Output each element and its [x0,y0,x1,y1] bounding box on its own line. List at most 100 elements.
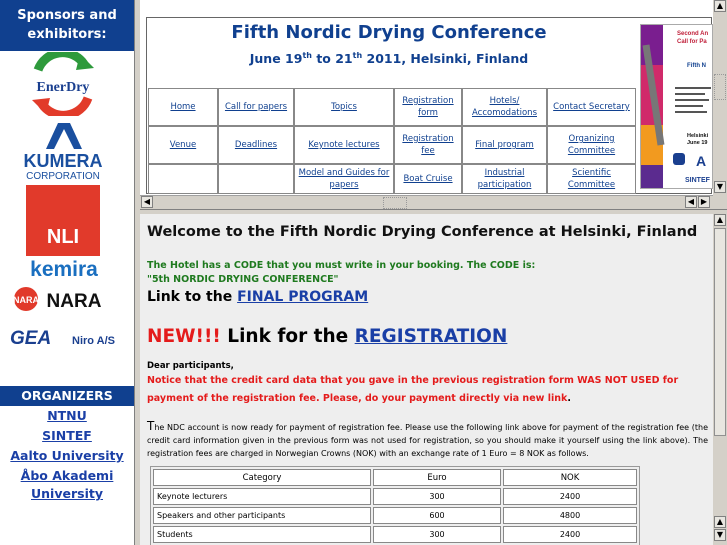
sponsors-heading-line2: exhibitors: [27,27,107,42]
ad-line: A [696,153,706,169]
payment-paragraph: The NDC account is now ready for payment… [147,420,708,460]
scrollbar-thumb[interactable] [383,197,407,209]
table-header-row: Category Euro NOK [153,469,637,486]
scroll-up-icon[interactable]: ▲ [714,0,726,12]
ad-line: Helsinki [687,133,709,139]
hotel-code-value: "5th NORDIC DRYING CONFERENCE" [147,274,339,285]
notice-end: . [567,393,571,404]
table-cell: Students [153,526,371,543]
ad-line: Fifth N [687,63,706,69]
kumera-logo-text: KUMERA [24,151,103,171]
date-part: June 19 [249,51,303,67]
table-row: Keynote lecturers 300 2400 [153,488,637,505]
nav-empty-cell [218,164,294,194]
organizer-link-ntnu[interactable]: NTNU [0,408,134,423]
date-sup: th [302,51,312,60]
table-cell: 4800 [503,507,637,524]
organizer-link-aalto[interactable]: Aalto University [0,448,134,463]
nav-boat-cruise[interactable]: Boat Cruise [394,164,462,194]
conference-date: June 19th to 21th 2011, Helsinki, Finlan… [146,51,632,66]
table-row: Speakers and other participants 600 4800 [153,507,637,524]
organizer-link-abo-university[interactable]: University [0,486,134,501]
scroll-up-icon[interactable]: ▲ [714,516,726,528]
kemira-logo-text: kemira [30,258,98,280]
scroll-down-icon[interactable]: ▼ [714,529,726,541]
nav-scientific-committee[interactable]: Scientific Committee [547,164,636,194]
content-vertical-scrollbar[interactable]: ▲ ▲ ▼ [713,214,727,545]
registration-prefix: Link for the [220,326,355,347]
ad-line: SINTEF [685,177,711,184]
sponsors-heading-line1: Sponsors and [17,8,117,23]
date-part: 2011, Helsinki, Finland [362,51,529,67]
conference-title: Fifth Nordic Drying Conference [231,22,547,43]
kumera-logo[interactable]: KUMERA CORPORATION [6,119,121,182]
nav-deadlines[interactable]: Deadlines [218,126,294,164]
fees-table: Category Euro NOK Keynote lecturers 300 … [150,466,640,545]
enerdry-logo-text: EnerDry [37,80,90,95]
nav-call-for-papers[interactable]: Call for papers [218,88,294,126]
nav-organizing-committee[interactable]: Organizing Committee [547,126,636,164]
enerdry-logo[interactable]: EnerDry [26,48,100,120]
notice-text: Notice that the credit card data that yo… [147,375,679,404]
nav-home[interactable]: Home [148,88,218,126]
nli-logo[interactable]: NLI [26,185,100,256]
organizer-link-sintef[interactable]: SINTEF [0,428,134,443]
nara-logo[interactable]: NARA NARA [8,283,118,315]
ad-line: Call for Pa [677,39,707,45]
nav-keynote-lectures[interactable]: Keynote lectures [294,126,394,164]
scroll-up-icon[interactable]: ▲ [714,214,726,226]
dear-participants: Dear participants, [147,361,234,371]
final-program-prefix: Link to the [147,289,238,305]
registration-line: NEW!!! Link for the REGISTRATION [147,326,507,347]
sponsors-heading: Sponsors and exhibitors: [0,0,134,51]
header-vertical-scrollbar[interactable]: ▲ ▼ [713,0,727,209]
table-cell: 300 [373,526,501,543]
welcome-heading: Welcome to the Fifth Nordic Drying Confe… [147,224,698,240]
svg-text:NARA: NARA [13,295,39,305]
nav-hotels[interactable]: Hotels/ Accomodations [462,88,547,126]
final-program-link[interactable]: FINAL PROGRAM [237,289,368,305]
left-frame: Sponsors and exhibitors: EnerDry KUMERA … [0,0,134,545]
nav-contact-secretary[interactable]: Contact Secretary [547,88,636,126]
scroll-left-icon[interactable]: ◀ [685,196,697,208]
nara-logo-text: NARA [47,291,102,312]
kumera-logo-sub: CORPORATION [26,171,100,181]
ad-line: Second An [677,31,708,37]
hotel-code-note: The Hotel has a CODE that you must write… [147,260,536,271]
table-header-cell: Euro [373,469,501,486]
table-row: Students 300 2400 [153,526,637,543]
new-badge: NEW!!! [147,326,221,347]
gea-logo[interactable]: GEA Niro A/S [8,322,120,356]
nav-final-program[interactable]: Final program [462,126,547,164]
table-header-cell: NOK [503,469,637,486]
table-cell: 300 [373,488,501,505]
table-cell: Speakers and other participants [153,507,371,524]
registration-link[interactable]: REGISTRATION [355,326,508,347]
nav-industrial-participation[interactable]: Industrial participation [462,164,547,194]
scroll-right-icon[interactable]: ▶ [698,196,710,208]
credit-card-notice: Notice that the credit card data that yo… [147,372,710,408]
nav-registration-fee[interactable]: Registration fee [394,126,462,164]
scrollbar-thumb[interactable] [714,74,726,100]
date-sup: th [352,51,363,60]
paragraph-text: he NDC account is now ready for payment … [147,423,708,458]
date-part: to 21 [311,51,353,67]
table-header-cell: Category [153,469,371,486]
scroll-down-icon[interactable]: ▼ [714,181,726,193]
nav-model-guides[interactable]: Model and Guides for papers [294,164,394,194]
gea-logo-text: GEA [10,328,51,349]
scroll-left-icon[interactable]: ◀ [141,196,153,208]
nav-venue[interactable]: Venue [148,126,218,164]
table-cell: 600 [373,507,501,524]
nav-registration-form[interactable]: Registration form [394,88,462,126]
ad-line: June 19 [687,140,707,146]
table-cell: Keynote lecturers [153,488,371,505]
header-horizontal-scrollbar[interactable]: ◀ ◀ ▶ [140,195,713,209]
organizer-link-abo-akademi[interactable]: Åbo Akademi [0,468,134,483]
scrollbar-thumb[interactable] [714,228,726,436]
table-cell: 2400 [503,488,637,505]
nav-topics[interactable]: Topics [294,88,394,126]
kemira-logo[interactable]: kemira [14,256,114,281]
ad-banner[interactable]: Second An Call for Pa Fifth N Helsinki J… [640,24,713,189]
header-frame: Fifth Nordic Drying Conference June 19th… [140,0,713,195]
